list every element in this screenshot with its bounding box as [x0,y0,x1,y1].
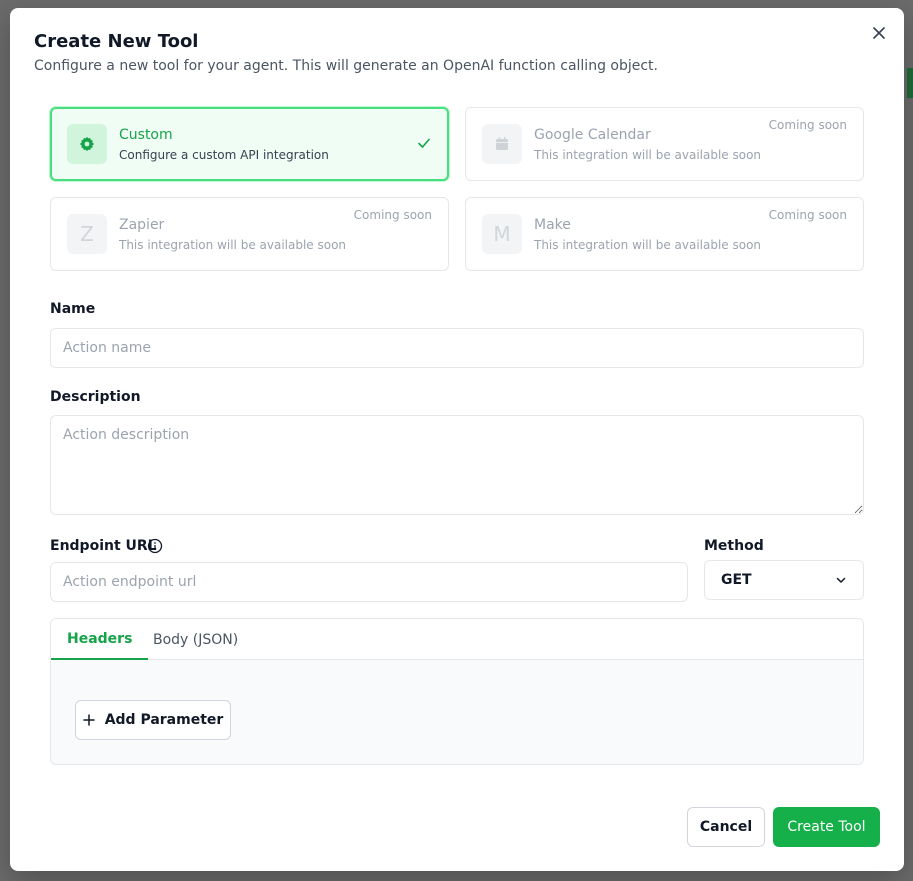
tool-icon-google-calendar [482,124,522,164]
tool-description-google-calendar: This integration will be available soon [534,148,762,162]
tool-card-make: M Make This integration will be availabl… [465,197,864,271]
tab-bar: Headers Body (JSON) [51,619,863,660]
tool-icon-zapier: Z [67,214,107,254]
close-button[interactable] [868,22,890,44]
tool-description-custom: Configure a custom API integration [119,148,329,162]
method-label: Method [704,538,764,554]
tool-card-zapier: Z Zapier This integration will be availa… [50,197,449,271]
background-accent [907,68,913,98]
tool-icon-make: M [482,214,522,254]
check-icon [417,135,431,154]
calendar-icon [496,137,508,150]
coming-soon-badge: Coming soon [353,208,432,222]
tool-icon-custom [67,124,107,164]
coming-soon-badge: Coming soon [768,118,847,132]
tool-card-custom[interactable]: Custom Configure a custom API integratio… [50,107,449,181]
tab-headers[interactable]: Headers [51,619,149,660]
method-value: GET [721,572,752,588]
dialog-title: Create New Tool [34,31,199,52]
tool-title-google-calendar: Google Calendar [534,127,651,143]
tool-title-make: Make [534,217,571,233]
description-textarea[interactable] [50,415,864,515]
tab-body-json[interactable]: Body (JSON) [137,619,254,660]
add-parameter-button[interactable]: Add Parameter [75,700,231,740]
tool-title-custom: Custom [119,127,173,143]
name-label: Name [50,301,96,317]
dialog-subtitle: Configure a new tool for your agent. Thi… [34,58,658,74]
parameters-panel: Headers Body (JSON) Add Parameter [50,618,864,765]
plus-icon [82,714,95,726]
create-tool-dialog: Create New Tool Configure a new tool for… [10,8,904,871]
tool-description-zapier: This integration will be available soon [119,238,347,252]
gear-icon [79,136,95,152]
info-icon[interactable] [147,538,163,554]
add-parameter-label: Add Parameter [104,712,224,728]
create-tool-button[interactable]: Create Tool [773,807,880,847]
tool-description-make: This integration will be available soon [534,238,762,252]
chevron-down-icon [836,577,846,583]
close-icon [873,27,885,39]
method-select[interactable]: GET [704,560,864,600]
tool-card-google-calendar: Google Calendar This integration will be… [465,107,864,181]
name-input[interactable] [50,328,864,368]
coming-soon-badge: Coming soon [768,208,847,222]
description-label: Description [50,389,141,405]
endpoint-url-label: Endpoint URL [50,538,157,554]
cancel-button[interactable]: Cancel [687,807,765,847]
tool-title-zapier: Zapier [119,217,165,233]
endpoint-url-input[interactable] [50,562,688,602]
